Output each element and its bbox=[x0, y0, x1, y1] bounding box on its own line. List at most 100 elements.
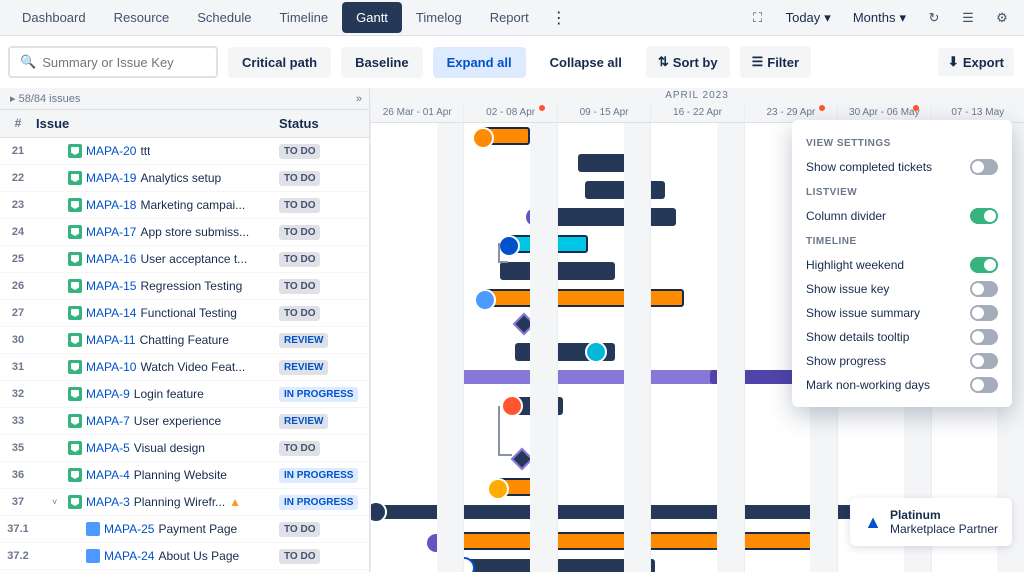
status-badge[interactable]: TO DO bbox=[279, 549, 320, 564]
col-header-issue[interactable]: Issue bbox=[36, 116, 279, 131]
issue-summary: Regression Testing bbox=[140, 279, 242, 293]
issue-key-link[interactable]: MAPA-18 bbox=[86, 198, 136, 212]
sort-button[interactable]: ⇅Sort by bbox=[646, 46, 730, 78]
more-menu-icon[interactable]: ⋮ bbox=[543, 4, 575, 32]
table-row[interactable]: 32 MAPA-9 Login feature IN PROGRESS bbox=[0, 381, 369, 408]
table-row[interactable]: 27 MAPA-14 Functional Testing TO DO bbox=[0, 300, 369, 327]
chevron-down-icon: ▾ bbox=[899, 10, 906, 26]
gantt-bar[interactable] bbox=[480, 127, 530, 145]
toggle-key[interactable] bbox=[970, 281, 998, 297]
expand-icon[interactable]: ˅ bbox=[52, 497, 64, 507]
baseline-button[interactable]: Baseline bbox=[341, 47, 422, 78]
tab-dashboard[interactable]: Dashboard bbox=[8, 2, 100, 33]
toggle-divider[interactable] bbox=[970, 208, 998, 224]
collapse-all-button[interactable]: Collapse all bbox=[536, 47, 636, 78]
issue-key-link[interactable]: MAPA-10 bbox=[86, 360, 136, 374]
collapse-icon[interactable]: ▸ bbox=[10, 93, 16, 105]
issue-key-link[interactable]: MAPA-3 bbox=[86, 495, 130, 509]
issue-key-link[interactable]: MAPA-20 bbox=[86, 144, 136, 158]
toggle-summary[interactable] bbox=[970, 305, 998, 321]
status-badge[interactable]: IN PROGRESS bbox=[279, 495, 358, 510]
issue-key-link[interactable]: MAPA-11 bbox=[86, 333, 136, 347]
status-badge[interactable]: TO DO bbox=[279, 171, 320, 186]
status-badge[interactable]: TO DO bbox=[279, 441, 320, 456]
sort-icon: ⇅ bbox=[658, 54, 669, 70]
status-badge[interactable]: TO DO bbox=[279, 198, 320, 213]
tab-schedule[interactable]: Schedule bbox=[183, 2, 265, 33]
toggle-tooltip[interactable] bbox=[970, 329, 998, 345]
filter-button[interactable]: ☰Filter bbox=[740, 46, 811, 78]
critical-path-button[interactable]: Critical path bbox=[228, 47, 331, 78]
gantt-bar[interactable] bbox=[484, 289, 684, 307]
sliders-icon[interactable]: ☰ bbox=[954, 4, 982, 32]
pane-collapse-icon[interactable]: » bbox=[356, 93, 359, 105]
search-input[interactable] bbox=[42, 55, 218, 70]
status-badge[interactable]: IN PROGRESS bbox=[279, 387, 358, 402]
table-row[interactable]: 21 MAPA-20 ttt TO DO bbox=[0, 138, 369, 165]
issue-key-link[interactable]: MAPA-17 bbox=[86, 225, 136, 239]
holiday-dot bbox=[819, 105, 825, 111]
status-badge[interactable]: TO DO bbox=[279, 306, 320, 321]
table-row[interactable]: 22 MAPA-19 Analytics setup TO DO bbox=[0, 165, 369, 192]
status-badge[interactable]: REVIEW bbox=[279, 414, 328, 429]
status-badge[interactable]: TO DO bbox=[279, 279, 320, 294]
table-row[interactable]: 31 MAPA-10 Watch Video Feat... REVIEW bbox=[0, 354, 369, 381]
table-row[interactable]: 25 MAPA-16 User acceptance t... TO DO bbox=[0, 246, 369, 273]
download-icon: ⬇ bbox=[948, 54, 959, 70]
issue-key-link[interactable]: MAPA-16 bbox=[86, 252, 136, 266]
status-badge[interactable]: REVIEW bbox=[279, 360, 328, 375]
table-row[interactable]: 37.2 MAPA-24 About Us Page TO DO bbox=[0, 543, 369, 570]
row-num: 24 bbox=[0, 226, 36, 238]
gear-icon[interactable]: ⚙ bbox=[988, 4, 1016, 32]
issue-key-link[interactable]: MAPA-24 bbox=[104, 549, 154, 563]
tab-timelog[interactable]: Timelog bbox=[402, 2, 476, 33]
status-badge[interactable]: REVIEW bbox=[279, 333, 328, 348]
fullscreen-icon[interactable]: ⛶ bbox=[744, 4, 772, 32]
row-num: 30 bbox=[0, 334, 36, 346]
tab-timeline[interactable]: Timeline bbox=[265, 2, 342, 33]
expand-all-button[interactable]: Expand all bbox=[433, 47, 526, 78]
week-header[interactable]: 02 - 08 Apr bbox=[463, 103, 556, 122]
issue-key-link[interactable]: MAPA-14 bbox=[86, 306, 136, 320]
table-row[interactable]: 26 MAPA-15 Regression Testing TO DO bbox=[0, 273, 369, 300]
status-badge[interactable]: TO DO bbox=[279, 252, 320, 267]
table-row[interactable]: 37.1 MAPA-25 Payment Page TO DO bbox=[0, 516, 369, 543]
status-badge[interactable]: TO DO bbox=[279, 522, 320, 537]
table-row[interactable]: 24 MAPA-17 App store submiss... TO DO bbox=[0, 219, 369, 246]
table-row[interactable]: 36 MAPA-4 Planning Website IN PROGRESS bbox=[0, 462, 369, 489]
issue-key-link[interactable]: MAPA-19 bbox=[86, 171, 136, 185]
tab-report[interactable]: Report bbox=[476, 2, 543, 33]
issue-key-link[interactable]: MAPA-9 bbox=[86, 387, 130, 401]
week-header[interactable]: 26 Mar - 01 Apr bbox=[370, 103, 463, 122]
table-row[interactable]: 30 MAPA-11 Chatting Feature REVIEW bbox=[0, 327, 369, 354]
status-badge[interactable]: TO DO bbox=[279, 225, 320, 240]
issue-key-link[interactable]: MAPA-5 bbox=[86, 441, 130, 455]
week-header[interactable]: 16 - 22 Apr bbox=[650, 103, 743, 122]
status-badge[interactable]: TO DO bbox=[279, 144, 320, 159]
table-row[interactable]: 37 ˅ MAPA-3 Planning Wirefr...▲ IN PROGR… bbox=[0, 489, 369, 516]
issue-summary: Watch Video Feat... bbox=[140, 360, 245, 374]
row-num: 36 bbox=[0, 469, 36, 481]
tab-resource[interactable]: Resource bbox=[100, 2, 184, 33]
toggle-weekend[interactable] bbox=[970, 257, 998, 273]
period-dropdown[interactable]: Months▾ bbox=[845, 6, 914, 30]
issue-key-link[interactable]: MAPA-15 bbox=[86, 279, 136, 293]
toggle-completed[interactable] bbox=[970, 159, 998, 175]
toggle-progress[interactable] bbox=[970, 353, 998, 369]
status-badge[interactable]: IN PROGRESS bbox=[279, 468, 358, 483]
toggle-nonworking[interactable] bbox=[970, 377, 998, 393]
issue-summary: User acceptance t... bbox=[140, 252, 247, 266]
issue-key-link[interactable]: MAPA-4 bbox=[86, 468, 130, 482]
table-row[interactable]: 35 MAPA-5 Visual design TO DO bbox=[0, 435, 369, 462]
table-row[interactable]: 33 MAPA-7 User experience REVIEW bbox=[0, 408, 369, 435]
issue-key-link[interactable]: MAPA-25 bbox=[104, 522, 154, 536]
week-header[interactable]: 09 - 15 Apr bbox=[557, 103, 650, 122]
issue-key-link[interactable]: MAPA-7 bbox=[86, 414, 130, 428]
today-dropdown[interactable]: Today▾ bbox=[778, 6, 839, 30]
refresh-icon[interactable]: ↻ bbox=[920, 4, 948, 32]
table-row[interactable]: 23 MAPA-18 Marketing campai... TO DO bbox=[0, 192, 369, 219]
tab-gantt[interactable]: Gantt bbox=[342, 2, 402, 33]
issue-type-icon bbox=[68, 360, 82, 374]
export-button[interactable]: ⬇Export bbox=[938, 48, 1014, 76]
col-header-status[interactable]: Status bbox=[279, 116, 369, 131]
